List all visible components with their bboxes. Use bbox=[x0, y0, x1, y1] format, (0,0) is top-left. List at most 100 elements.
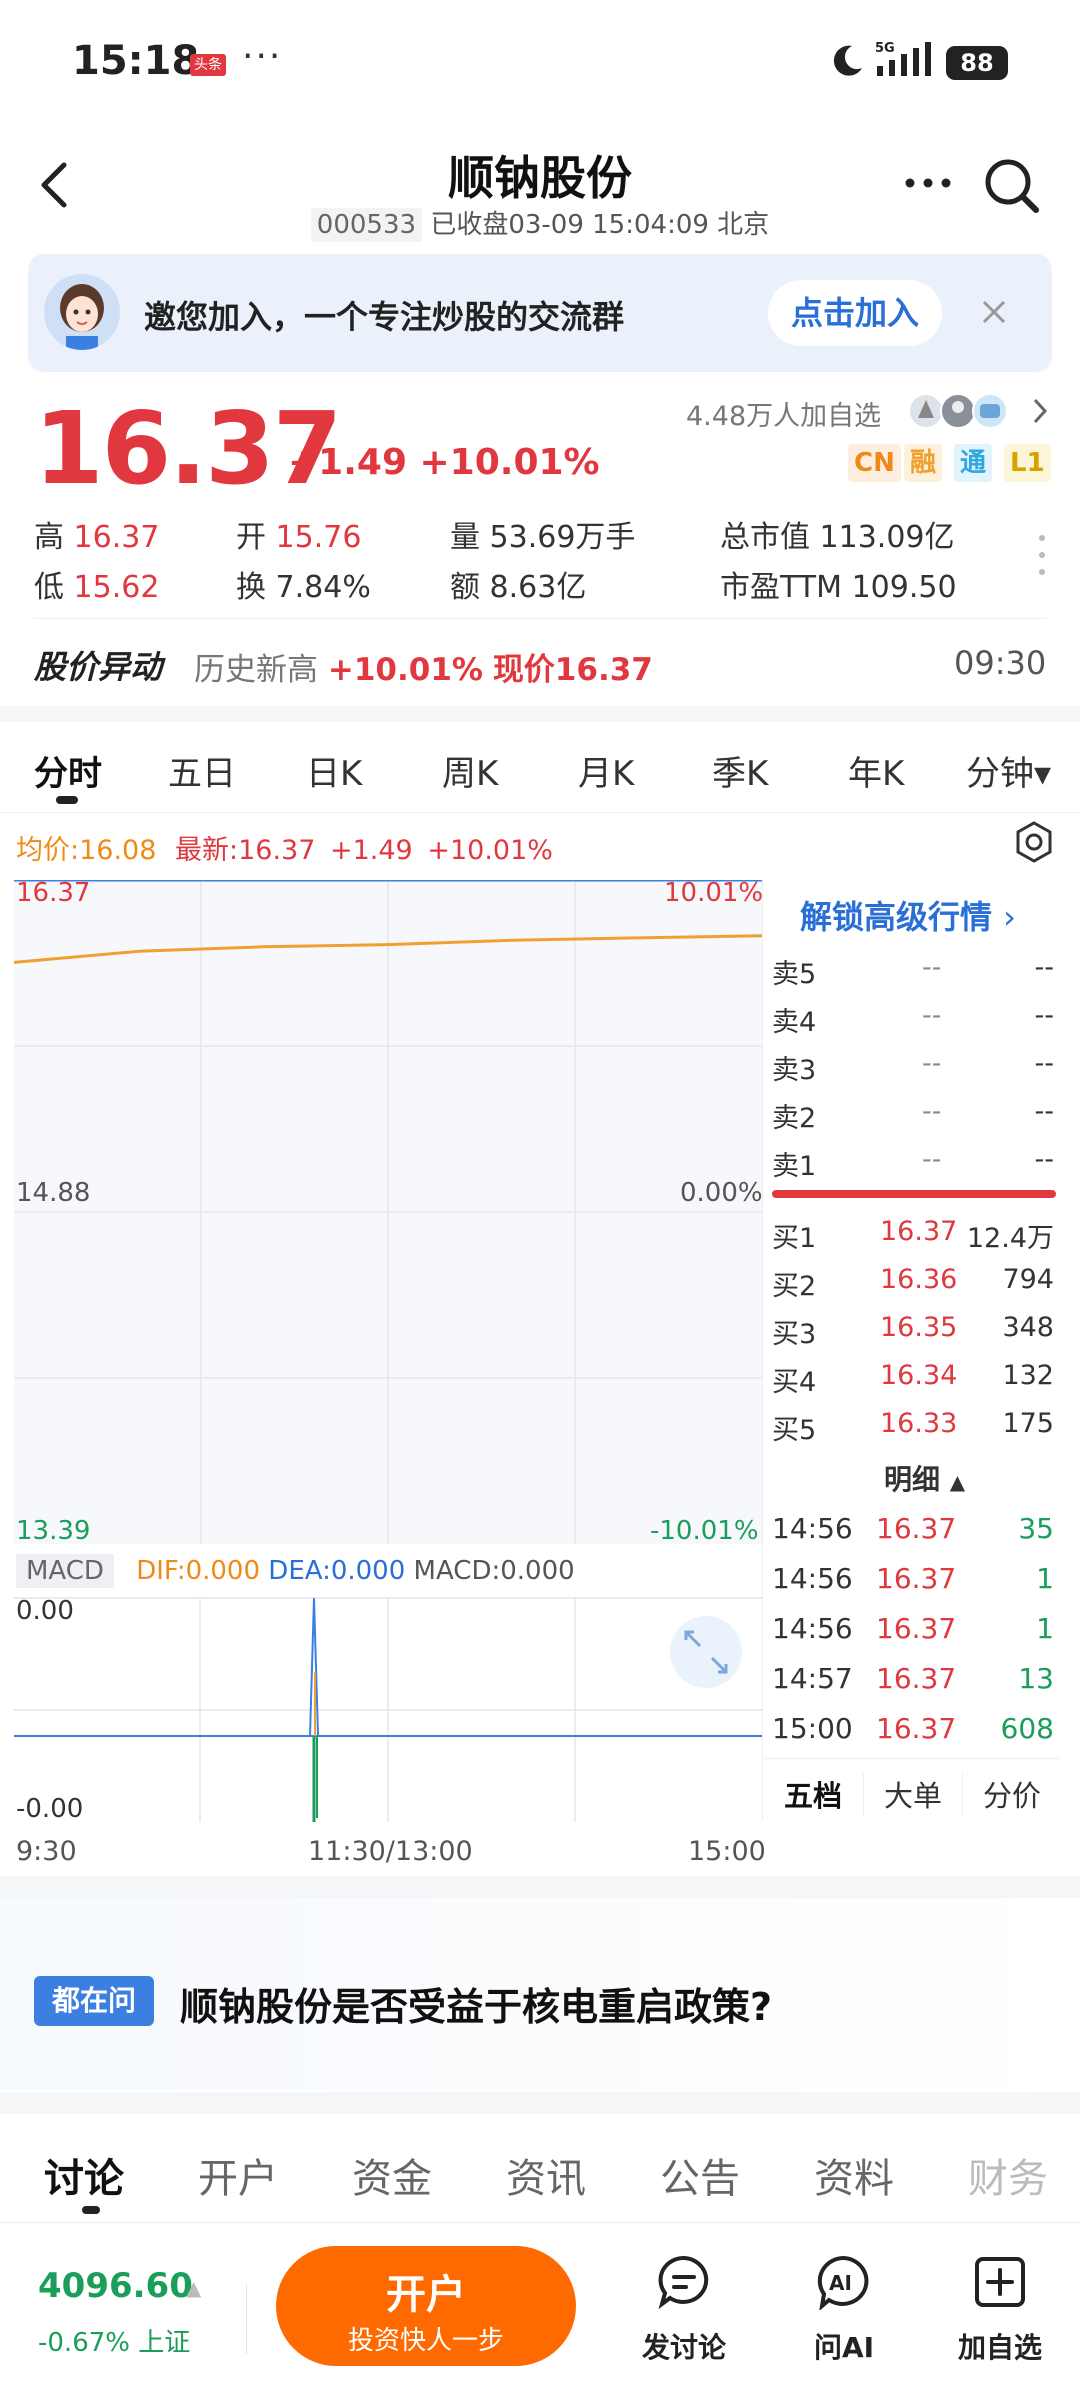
status-bar: 15:18 头条 ··· 5G 88 bbox=[0, 0, 1080, 120]
status-more-dots: ··· bbox=[242, 36, 283, 77]
stat-low: 低 15.62 bbox=[34, 570, 160, 605]
tag-cn[interactable]: CN bbox=[848, 444, 901, 482]
orderbook-tabs: 五档 大单 分价 bbox=[764, 1758, 1060, 1821]
everyone-asks-badge: 都在问 bbox=[34, 1976, 154, 2026]
signal-icon: 5G bbox=[875, 41, 931, 76]
price-change: +1.49 +10.01% bbox=[288, 442, 600, 483]
time-axis-mid: 11:30/13:00 bbox=[308, 1836, 473, 1867]
y-tick-top: 16.37 bbox=[16, 878, 91, 908]
section-gap bbox=[0, 706, 1080, 722]
bid-row-5: 买5 16.33 175 bbox=[772, 1408, 1054, 1446]
stock-code: 000533 bbox=[310, 208, 423, 242]
y-tick-mid: 14.88 bbox=[16, 1178, 91, 1208]
close-icon[interactable] bbox=[976, 294, 1012, 330]
abnormal-title: 股价异动 bbox=[34, 648, 163, 686]
index-value[interactable]: 4096.60 bbox=[38, 2266, 193, 2306]
time-axis-end: 15:00 bbox=[688, 1836, 766, 1867]
tag-connect[interactable]: 通 bbox=[954, 444, 993, 482]
tab-intraday[interactable]: 分时 bbox=[34, 746, 102, 795]
section-gap bbox=[0, 1876, 1080, 1898]
tag-margin[interactable]: 融 bbox=[904, 444, 943, 482]
open-account-button[interactable]: 开户 投资快人一步 bbox=[276, 2246, 576, 2366]
tab-five-levels[interactable]: 五档 bbox=[764, 1773, 862, 1815]
tab-quarterly-k[interactable]: 季K bbox=[712, 746, 768, 795]
divider bbox=[0, 812, 1080, 813]
y-pct-bottom: -10.01% bbox=[650, 1516, 759, 1546]
tab-discussion[interactable]: 讨论 bbox=[44, 2146, 124, 2204]
ask-row-1: 卖1 -- -- bbox=[772, 1144, 1054, 1182]
macd-chart[interactable] bbox=[14, 1552, 762, 1822]
tag-l1[interactable]: L1 bbox=[1004, 444, 1051, 482]
moon-icon bbox=[833, 45, 862, 76]
tab-financials[interactable]: 财务 bbox=[968, 2146, 1048, 2204]
tab-daily-k[interactable]: 日K bbox=[306, 746, 362, 795]
settings-icon[interactable] bbox=[1012, 820, 1056, 864]
chat-bubble-icon bbox=[658, 2255, 709, 2310]
ask-row-3: 卖3 -- -- bbox=[772, 1048, 1054, 1086]
ai-icon: AI bbox=[817, 2255, 869, 2310]
bid-row-3: 买3 16.35 348 bbox=[772, 1312, 1054, 1350]
stat-volume: 量 53.69万手 bbox=[450, 520, 636, 555]
macd-y-top: 0.00 bbox=[16, 1596, 74, 1626]
intraday-chart[interactable] bbox=[14, 880, 762, 1544]
tab-funds[interactable]: 资金 bbox=[352, 2146, 432, 2204]
tab-profile[interactable]: 资料 bbox=[814, 2146, 894, 2204]
index-change[interactable]: -0.67% 上证 bbox=[38, 2322, 190, 2359]
abnormal-time: 09:30 bbox=[954, 644, 1047, 682]
divider bbox=[246, 2284, 247, 2354]
tab-price-dist[interactable]: 分价 bbox=[962, 1773, 1061, 1815]
stat-pe: 市盈TTM 109.50 bbox=[720, 570, 957, 605]
tab-announcements[interactable]: 公告 bbox=[660, 2146, 740, 2204]
tab-news[interactable]: 资讯 bbox=[506, 2146, 586, 2204]
caret-up-icon: ▲ bbox=[186, 2276, 202, 2300]
svg-text:AI: AI bbox=[829, 2271, 852, 2295]
watcher-avatars-icon[interactable] bbox=[908, 388, 1028, 434]
stat-open: 开 15.76 bbox=[236, 520, 362, 555]
divider bbox=[0, 2222, 1080, 2223]
trade-detail-toggle[interactable]: 明细 ▲ bbox=[884, 1458, 965, 1498]
group-invite-banner[interactable]: 邀您加入，一个专注炒股的交流群 点击加入 bbox=[28, 254, 1052, 372]
active-tab-indicator bbox=[82, 2206, 100, 2214]
tab-open-account[interactable]: 开户 bbox=[198, 2146, 278, 2204]
abnormal-text[interactable]: 历史新高 +10.01% 现价16.37 bbox=[194, 644, 653, 689]
join-group-button[interactable]: 点击加入 bbox=[768, 280, 942, 346]
bid-row-2: 买2 16.36 794 bbox=[772, 1264, 1054, 1302]
ask-row-2: 卖2 -- -- bbox=[772, 1096, 1054, 1134]
divider bbox=[762, 880, 763, 1820]
tab-weekly-k[interactable]: 周K bbox=[442, 746, 498, 795]
tab-minute[interactable]: 分钟▾ bbox=[966, 746, 1051, 795]
more-vertical-icon[interactable] bbox=[1034, 530, 1050, 580]
chart-info-line: 均价:16.08 最新:16.37 +1.49 +10.01% bbox=[16, 835, 553, 866]
stat-turnover: 换 7.84% bbox=[236, 570, 371, 605]
time-axis-start: 9:30 bbox=[16, 1836, 77, 1867]
unlock-advanced-quotes-link[interactable]: 解锁高级行情 › bbox=[800, 892, 1016, 938]
ask-row-5: 卖5 -- -- bbox=[772, 952, 1054, 990]
active-tab-indicator bbox=[56, 796, 78, 804]
tab-monthly-k[interactable]: 月K bbox=[578, 746, 634, 795]
tab-big-orders[interactable]: 大单 bbox=[863, 1773, 962, 1815]
page-subtitle: 000533 已收盘03-09 15:04:09 北京 bbox=[0, 204, 1080, 242]
watch-count[interactable]: 4.48万人加自选 bbox=[686, 394, 881, 433]
y-pct-top: 10.01% bbox=[664, 878, 764, 908]
tab-yearly-k[interactable]: 年K bbox=[848, 746, 904, 795]
bid-ask-ratio-bar bbox=[772, 1190, 1056, 1198]
y-tick-bottom: 13.39 bbox=[16, 1516, 91, 1546]
battery-icon: 88 bbox=[946, 46, 1008, 80]
status-time: 15:18 bbox=[72, 38, 200, 84]
search-icon[interactable] bbox=[982, 156, 1042, 216]
chevron-right-icon[interactable] bbox=[1030, 394, 1050, 428]
bid-row-1: 买1 16.37 12.4万 bbox=[772, 1216, 1054, 1254]
svg-text:5G: 5G bbox=[875, 41, 895, 56]
toutiao-badge-icon: 头条 bbox=[190, 54, 226, 76]
macd-y-bottom: -0.00 bbox=[16, 1794, 84, 1824]
bid-row-4: 买4 16.34 132 bbox=[772, 1360, 1054, 1398]
y-pct-mid: 0.00% bbox=[680, 1178, 763, 1208]
macd-legend: MACD DIF:0.000 DEA:0.000 MACD:0.000 bbox=[16, 1554, 575, 1588]
tab-five-day[interactable]: 五日 bbox=[168, 746, 236, 795]
ask-row-4: 卖4 -- -- bbox=[772, 1000, 1054, 1038]
assistant-avatar bbox=[44, 274, 120, 350]
hot-question-text[interactable]: 顺钠股份是否受益于核电重启政策? bbox=[180, 1976, 772, 2031]
stat-high: 高 16.37 bbox=[34, 520, 160, 555]
plus-square-icon bbox=[975, 2257, 1025, 2307]
more-icon[interactable] bbox=[898, 168, 958, 198]
